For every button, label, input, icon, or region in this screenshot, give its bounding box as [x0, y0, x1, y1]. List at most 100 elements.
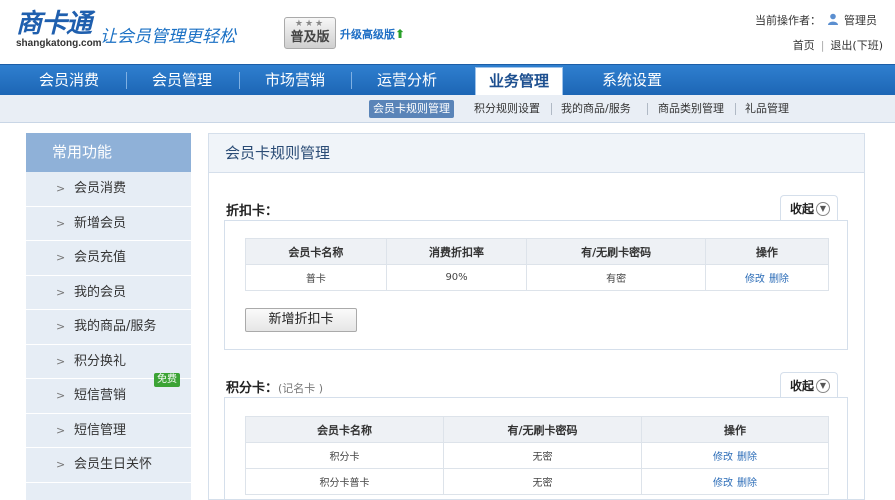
sidebar: 常用功能 > 会员消费 > 新增会员 > 会员充值 > 我的会员 > 我的商品/服务 > 积… [26, 133, 191, 500]
delete-link[interactable]: 删除 [737, 452, 757, 463]
chevron-right-icon: > [56, 389, 66, 402]
nav-divider [126, 72, 127, 89]
sidebar-item-label: 会员消费 [74, 181, 127, 196]
sidebar-item-birthday-care[interactable]: > 会员生日关怀 [26, 448, 191, 483]
card-name-cell: 积分卡 [245, 442, 444, 469]
logo-text: 商卡通 [16, 9, 92, 39]
sidebar-item-sms-marketing[interactable]: > 短信营销 免费 [26, 373, 191, 414]
column-header: 操作 [641, 416, 829, 443]
column-header: 会员卡名称 [245, 416, 444, 443]
column-header: 消费折扣率 [385, 238, 528, 265]
discount-collapse-button[interactable]: 收起 ▼ [780, 195, 838, 221]
sidebar-item-sms-manage[interactable]: > 短信管理 [26, 414, 191, 448]
page-title: 会员卡规则管理 [209, 134, 864, 173]
edition-label: 普及版 [290, 30, 330, 45]
main-nav: 会员消费 会员管理 市场营销 运营分析 业务管理 系统设置 [0, 64, 895, 96]
card-name-cell: 普卡 [245, 264, 387, 291]
subnav-points-rules[interactable]: 积分规则设置 [470, 100, 544, 118]
delete-link[interactable]: 删除 [737, 478, 757, 489]
operator-info: 当前操作者： 管理员 [755, 12, 877, 28]
header: 商卡通 shangkatong.com 让会员管理更轻松 ★★★ 普及版 升级高… [0, 0, 895, 64]
actions-cell: 修改 删除 [641, 442, 829, 469]
password-cell: 无密 [443, 468, 642, 495]
points-collapse-button[interactable]: 收起 ▼ [780, 372, 838, 398]
chevron-right-icon: > [56, 320, 66, 333]
slogan: 让会员管理更轻松 [100, 27, 236, 47]
chevron-right-icon: > [56, 423, 66, 437]
table-row: 积分卡 无密 修改 删除 [245, 442, 829, 469]
card-name-cell: 积分卡普卡 [245, 468, 444, 495]
arrow-up-icon: ⬆ [395, 27, 406, 41]
subnav-card-rules[interactable]: 会员卡规则管理 [369, 100, 454, 118]
logo-domain: shangkatong.com [16, 38, 102, 49]
sidebar-item-label: 短信管理 [74, 422, 127, 438]
chevron-right-icon: > [56, 216, 66, 230]
logo[interactable]: 商卡通 shangkatong.com [16, 9, 102, 54]
sidebar-item-label: 积分换礼 [74, 353, 127, 369]
nav-marketing[interactable]: 市场营销 [241, 65, 349, 96]
collapse-label: 收起 [790, 202, 815, 216]
subnav-category-manage[interactable]: 商品类别管理 [654, 100, 728, 118]
chevron-right-icon: > [56, 458, 66, 471]
discount-rate-cell: 90% [385, 264, 528, 291]
subnav-divider [735, 103, 736, 115]
chevron-right-icon: > [56, 251, 66, 264]
edit-link[interactable]: 修改 [713, 478, 733, 489]
discount-table: 会员卡名称 消费折扣率 有/无刷卡密码 操作 普卡 90% 有密 修改 删除 [245, 238, 830, 291]
actions-cell: 修改 删除 [704, 264, 830, 291]
column-header: 有/无刷卡密码 [443, 416, 642, 443]
password-cell: 无密 [443, 442, 642, 469]
divider: | [820, 39, 825, 52]
column-header: 有/无刷卡密码 [526, 238, 706, 265]
sidebar-title: 常用功能 [26, 133, 191, 172]
edition-badge: ★★★ 普及版 [284, 17, 336, 49]
chevron-right-icon: > [56, 285, 66, 299]
edit-link[interactable]: 修改 [713, 452, 733, 463]
nav-member-consume[interactable]: 会员消费 [14, 65, 124, 96]
collapse-label: 收起 [790, 379, 815, 393]
sidebar-item-label: 我的商品/服务 [74, 319, 157, 334]
sidebar-item-label: 新增会员 [74, 215, 127, 231]
actions-cell: 修改 删除 [641, 468, 829, 495]
sidebar-item-recharge[interactable]: > 会员充值 [26, 241, 191, 276]
upgrade-label: 升级高级版 [340, 28, 395, 41]
discount-section-title: 折扣卡： [226, 204, 279, 219]
nav-member-manage[interactable]: 会员管理 [128, 65, 236, 96]
sidebar-item-my-products[interactable]: > 我的商品/服务 [26, 310, 191, 345]
add-discount-card-button[interactable]: 新增折扣卡 [245, 308, 357, 332]
subnav-divider [551, 103, 552, 115]
nav-analytics[interactable]: 运营分析 [353, 65, 461, 96]
sidebar-item-label: 我的会员 [74, 284, 127, 300]
nav-divider [239, 72, 240, 89]
points-section-label: 积分卡： [226, 381, 279, 396]
operator-name: 管理员 [844, 14, 877, 27]
sidebar-item-my-members[interactable]: > 我的会员 [26, 276, 191, 310]
operator-label: 当前操作者： [755, 14, 821, 27]
nav-system-settings[interactable]: 系统设置 [578, 65, 686, 96]
subnav-gift-manage[interactable]: 礼品管理 [741, 100, 793, 118]
table-header-row: 会员卡名称 有/无刷卡密码 操作 [245, 416, 829, 443]
chevron-down-icon: ▼ [816, 202, 830, 216]
home-link[interactable]: 首页 [793, 39, 815, 52]
points-section-note: (记名卡 ) [278, 382, 324, 395]
password-cell: 有密 [526, 264, 706, 291]
chevron-right-icon: > [56, 354, 66, 368]
logout-link[interactable]: 退出(下班) [830, 39, 883, 52]
nav-business-manage[interactable]: 业务管理 [475, 67, 563, 96]
sub-nav: 会员卡规则管理 积分规则设置 我的商品/服务 商品类别管理 礼品管理 [0, 95, 895, 123]
points-section-box: 会员卡名称 有/无刷卡密码 操作 积分卡 无密 修改 删除 积分卡普卡 无密 修改… [224, 397, 848, 499]
top-links: 首页 | 退出(下班) [793, 37, 883, 53]
subnav-my-products[interactable]: 我的商品/服务 [557, 100, 635, 118]
subnav-divider [647, 103, 648, 115]
delete-link[interactable]: 删除 [769, 274, 789, 285]
sidebar-item-add-member[interactable]: > 新增会员 [26, 207, 191, 241]
sidebar-item-label: 短信营销 [74, 388, 127, 403]
points-table: 会员卡名称 有/无刷卡密码 操作 积分卡 无密 修改 删除 积分卡普卡 无密 修改… [245, 416, 829, 495]
sidebar-item-consume[interactable]: > 会员消费 [26, 172, 191, 207]
chevron-down-icon: ▼ [816, 379, 830, 393]
star-icon: ★★★ [294, 19, 326, 29]
content-panel: 会员卡规则管理 折扣卡： 收起 ▼ 会员卡名称 消费折扣率 有/无刷卡密码 操作… [208, 133, 865, 500]
edit-link[interactable]: 修改 [745, 274, 765, 285]
column-header: 操作 [704, 238, 830, 265]
upgrade-link[interactable]: 升级高级版⬆ [340, 26, 405, 42]
